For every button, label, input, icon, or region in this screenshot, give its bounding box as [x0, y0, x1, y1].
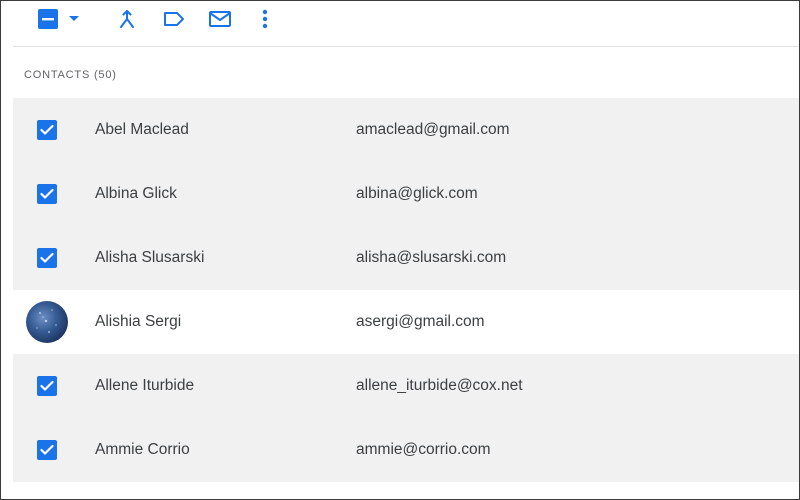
- contact-name: Ammie Corrio: [95, 441, 190, 458]
- contact-name: Albina Glick: [95, 185, 177, 202]
- avatar[interactable]: [26, 301, 68, 343]
- contacts-count-heading: CONTACTS (50): [24, 69, 117, 81]
- contact-email: asergi@gmail.com: [356, 313, 485, 330]
- checkbox-checked-icon[interactable]: [37, 376, 57, 396]
- contact-name: Abel Maclead: [95, 121, 189, 138]
- contact-email: albina@glick.com: [356, 185, 478, 202]
- checkbox-checked-icon[interactable]: [37, 120, 57, 140]
- contact-email: allene_iturbide@cox.net: [356, 377, 523, 394]
- checkbox-checked-icon[interactable]: [37, 248, 57, 268]
- contact-row[interactable]: Ammie Corrio ammie@corrio.com: [13, 418, 799, 482]
- contacts-window: CONTACTS (50) Abel Maclead amaclead@gmai…: [0, 0, 800, 500]
- contact-email: amaclead@gmail.com: [356, 121, 510, 138]
- contact-name: Alisha Slusarski: [95, 249, 205, 266]
- label-icon[interactable]: [161, 7, 187, 31]
- contact-email: ammie@corrio.com: [356, 441, 491, 458]
- contact-email: alisha@slusarski.com: [356, 249, 507, 266]
- contact-row[interactable]: Allene Iturbide allene_iturbide@cox.net: [13, 354, 799, 418]
- dropdown-caret-icon[interactable]: [66, 7, 82, 31]
- contact-list: Abel Maclead amaclead@gmail.com Albina G…: [13, 98, 799, 482]
- select-all-indeterminate-icon[interactable]: [36, 7, 60, 31]
- contact-name: Alishia Sergi: [95, 313, 182, 330]
- checkbox-checked-icon[interactable]: [37, 184, 57, 204]
- contact-name: Allene Iturbide: [95, 377, 195, 394]
- email-icon[interactable]: [207, 7, 233, 31]
- checkbox-checked-icon[interactable]: [37, 440, 57, 460]
- merge-icon[interactable]: [115, 7, 139, 31]
- contact-row[interactable]: Abel Maclead amaclead@gmail.com: [13, 98, 799, 162]
- contact-row[interactable]: Albina Glick albina@glick.com: [13, 162, 799, 226]
- more-vertical-icon[interactable]: [257, 7, 273, 31]
- contact-row[interactable]: Alisha Slusarski alisha@slusarski.com: [13, 226, 799, 290]
- contact-row[interactable]: Alishia Sergi asergi@gmail.com: [13, 290, 799, 354]
- selection-toolbar: [13, 1, 799, 47]
